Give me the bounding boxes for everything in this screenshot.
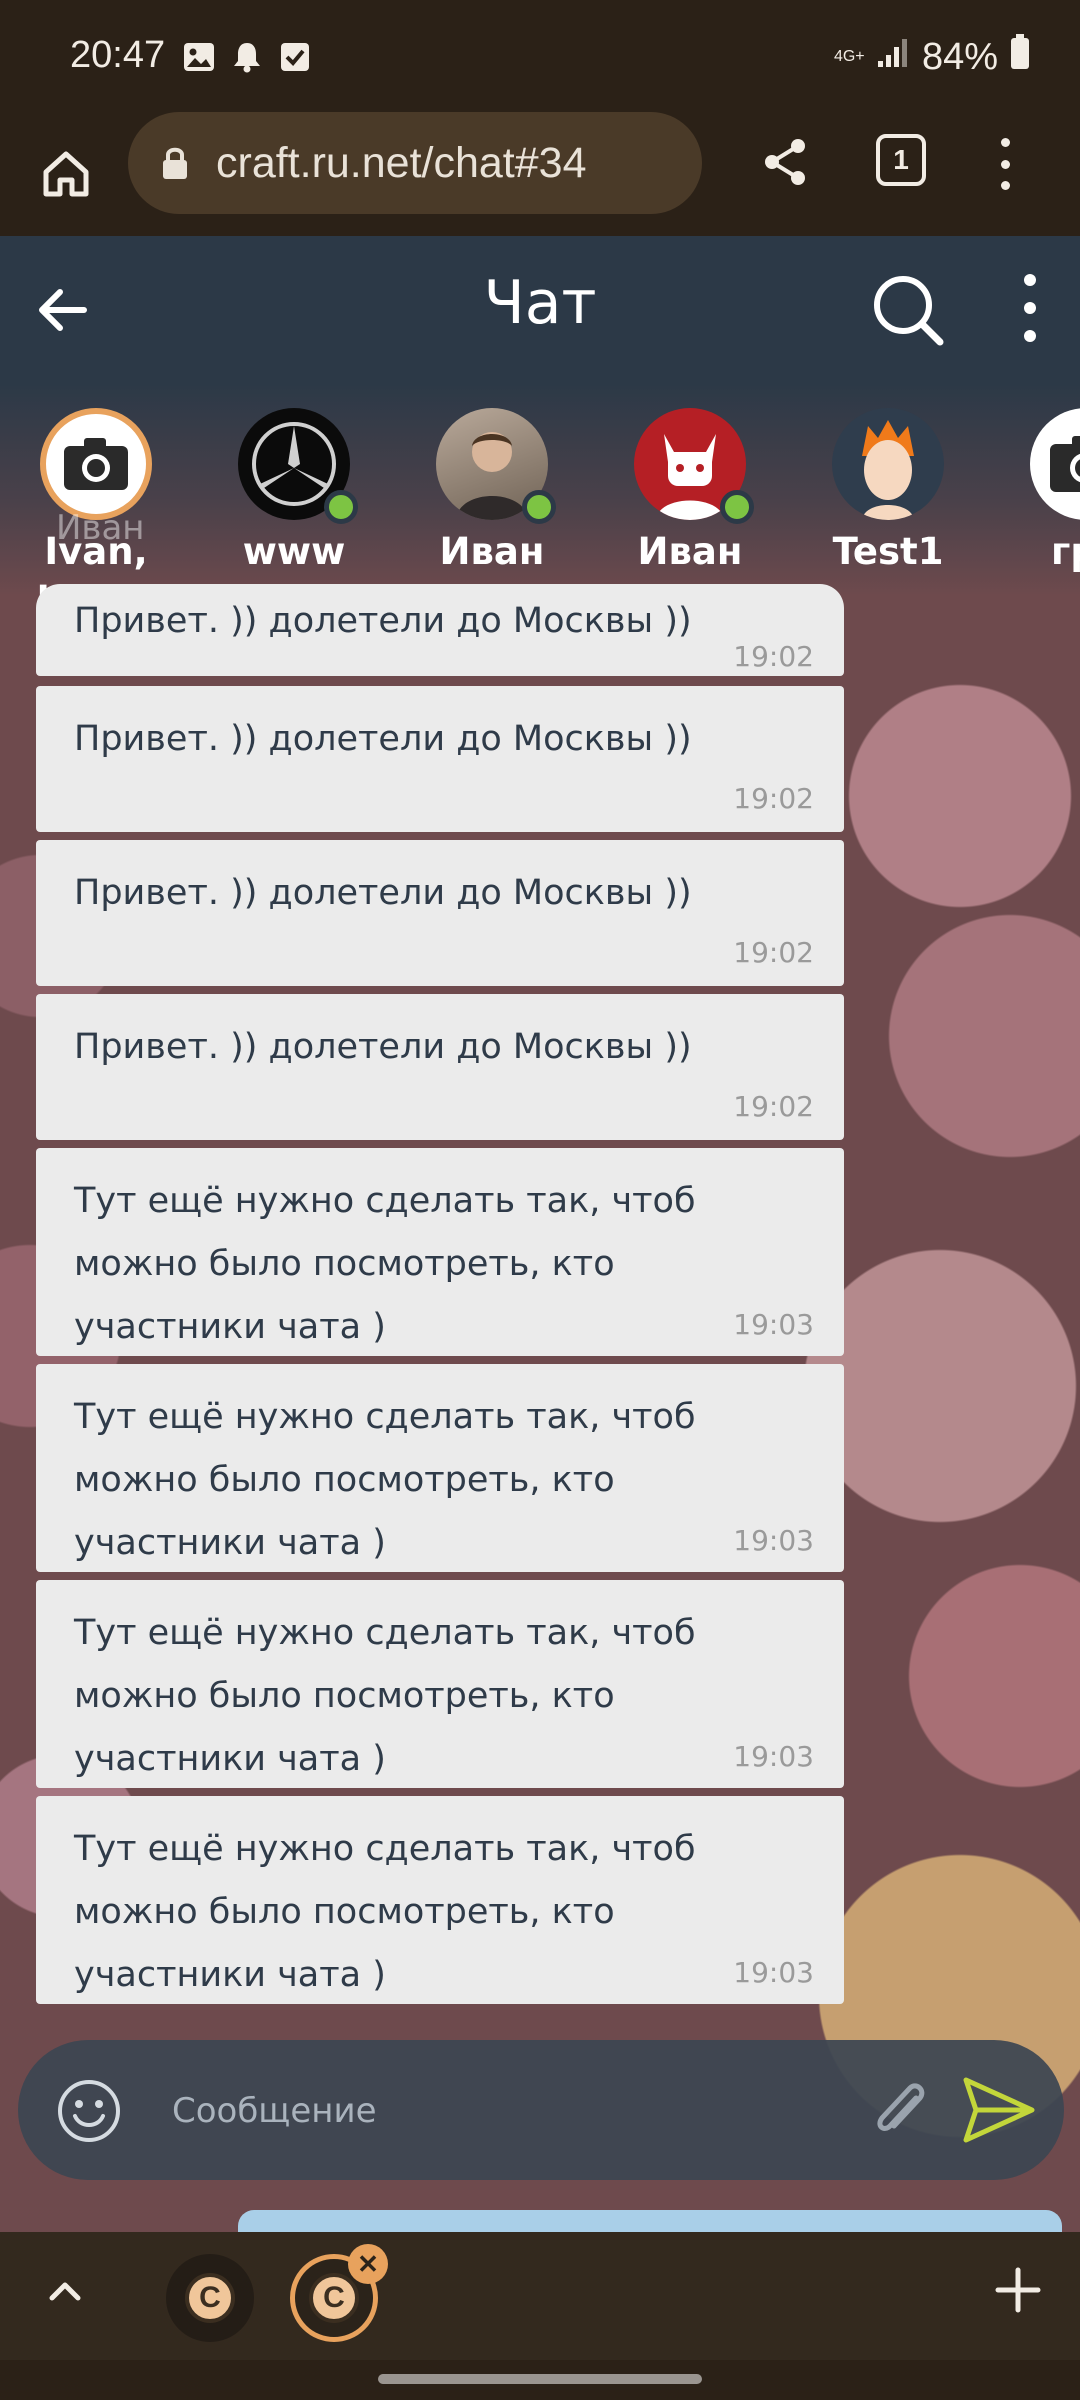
bell-icon xyxy=(230,40,264,74)
message-time: 19:02 xyxy=(733,936,814,969)
message-text: Тут ещё нужно сделать так, чтоб можно бы… xyxy=(74,1397,696,1563)
message-time: 19:03 xyxy=(733,1524,814,1557)
battery-icon xyxy=(1010,34,1030,80)
message-bubble[interactable]: Тут ещё нужно сделать так, чтоб можно бы… xyxy=(36,1796,844,2004)
message-text: Привет. )) долетели до Москвы )) xyxy=(74,719,692,759)
tab-switcher-button[interactable]: 1 xyxy=(876,134,926,186)
message-time: 19:03 xyxy=(733,1956,814,1989)
status-time: 20:47 xyxy=(70,34,166,76)
chat-header: Чат xyxy=(0,236,1080,384)
lock-icon xyxy=(160,145,190,181)
checkbox-icon xyxy=(278,40,312,74)
online-indicator xyxy=(522,490,556,524)
bottom-preview-strip xyxy=(238,2210,1062,2232)
emoji-button[interactable] xyxy=(56,2078,122,2144)
message-composer xyxy=(18,2040,1064,2180)
more-options-button[interactable] xyxy=(1010,266,1050,350)
participant-name: гру xyxy=(1051,530,1080,573)
expand-tabs-button[interactable] xyxy=(40,2266,90,2316)
message-time: 19:02 xyxy=(733,782,814,815)
message-list[interactable]: Привет. )) долетели до Москвы )) 19:02 П… xyxy=(36,584,844,2232)
browser-toolbar: craft.ru.net/chat#34 1 xyxy=(0,112,1080,236)
search-button[interactable] xyxy=(870,272,946,348)
message-bubble[interactable]: Тут ещё нужно сделать так, чтоб можно бы… xyxy=(36,1580,844,1788)
gallery-icon xyxy=(182,40,216,74)
home-button[interactable] xyxy=(36,132,96,216)
site-favicon: C xyxy=(185,2273,235,2323)
network-type: 4G+ xyxy=(833,48,865,65)
url-text: craft.ru.net/chat#34 xyxy=(216,138,587,187)
battery-percent: 84% xyxy=(921,35,998,78)
message-bubble[interactable]: Тут ещё нужно сделать так, чтоб можно бы… xyxy=(36,1364,844,1572)
send-icon xyxy=(963,2077,1035,2143)
plus-icon xyxy=(995,2267,1041,2313)
site-favicon: C xyxy=(309,2273,359,2323)
status-bar: 20:47 4G+ 84% xyxy=(0,0,1080,112)
message-text: Тут ещё нужно сделать так, чтоб можно бы… xyxy=(74,1613,696,1779)
home-icon xyxy=(43,151,89,197)
smiley-icon xyxy=(58,2080,120,2142)
message-text: Тут ещё нужно сделать так, чтоб можно бы… xyxy=(74,1829,696,1995)
send-button[interactable] xyxy=(958,2070,1038,2150)
avatar xyxy=(40,408,152,520)
message-text: Привет. )) долетели до Москвы )) xyxy=(74,873,692,913)
attach-button[interactable] xyxy=(866,2072,936,2148)
avatar xyxy=(1030,408,1080,520)
participant-overlay-name: Иван xyxy=(56,508,145,548)
message-time: 19:03 xyxy=(733,1308,814,1341)
message-text: Привет. )) долетели до Москвы )) xyxy=(74,601,692,641)
system-nav-bar xyxy=(0,2360,1080,2400)
tab-groups-bar: C C ✕ xyxy=(0,2232,1080,2360)
message-input[interactable] xyxy=(172,2076,872,2146)
message-time: 19:02 xyxy=(733,1090,814,1123)
message-bubble[interactable]: Привет. )) долетели до Москвы )) 19:02 xyxy=(36,584,844,676)
camera-icon xyxy=(64,438,128,490)
user-avatar-icon xyxy=(862,420,914,520)
paperclip-icon xyxy=(877,2083,925,2131)
message-bubble[interactable]: Тут ещё нужно сделать так, чтоб можно бы… xyxy=(36,1148,844,1356)
message-time: 19:02 xyxy=(733,640,814,673)
close-tab-button[interactable]: ✕ xyxy=(348,2244,388,2284)
tab-thumbnail[interactable]: C xyxy=(166,2254,254,2342)
share-button[interactable] xyxy=(758,134,818,194)
browser-menu-button[interactable] xyxy=(990,134,1020,194)
share-icon xyxy=(765,139,805,185)
address-bar[interactable]: craft.ru.net/chat#34 xyxy=(128,112,702,214)
avatar xyxy=(832,408,944,520)
message-text: Привет. )) долетели до Москвы )) xyxy=(74,1027,692,1067)
online-indicator xyxy=(324,490,358,524)
message-time: 19:03 xyxy=(733,1740,814,1773)
chat-page: Чат Ivan, Иван, Иван www Иван xyxy=(0,236,1080,2232)
new-tab-button[interactable] xyxy=(990,2262,1046,2318)
message-bubble[interactable]: Привет. )) долетели до Москвы )) 19:02 xyxy=(36,840,844,986)
online-indicator xyxy=(720,490,754,524)
participant-6[interactable]: гру xyxy=(1016,408,1080,638)
message-text: Тут ещё нужно сделать так, чтоб можно бы… xyxy=(74,1181,696,1347)
camera-icon xyxy=(1050,436,1080,492)
home-indicator[interactable] xyxy=(378,2374,702,2384)
chevron-up-icon xyxy=(49,2282,81,2301)
message-bubble[interactable]: Привет. )) долетели до Москвы )) 19:02 xyxy=(36,994,844,1140)
signal-icon xyxy=(876,35,910,79)
search-icon xyxy=(874,276,944,346)
message-bubble[interactable]: Привет. )) долетели до Москвы )) 19:02 xyxy=(36,686,844,832)
